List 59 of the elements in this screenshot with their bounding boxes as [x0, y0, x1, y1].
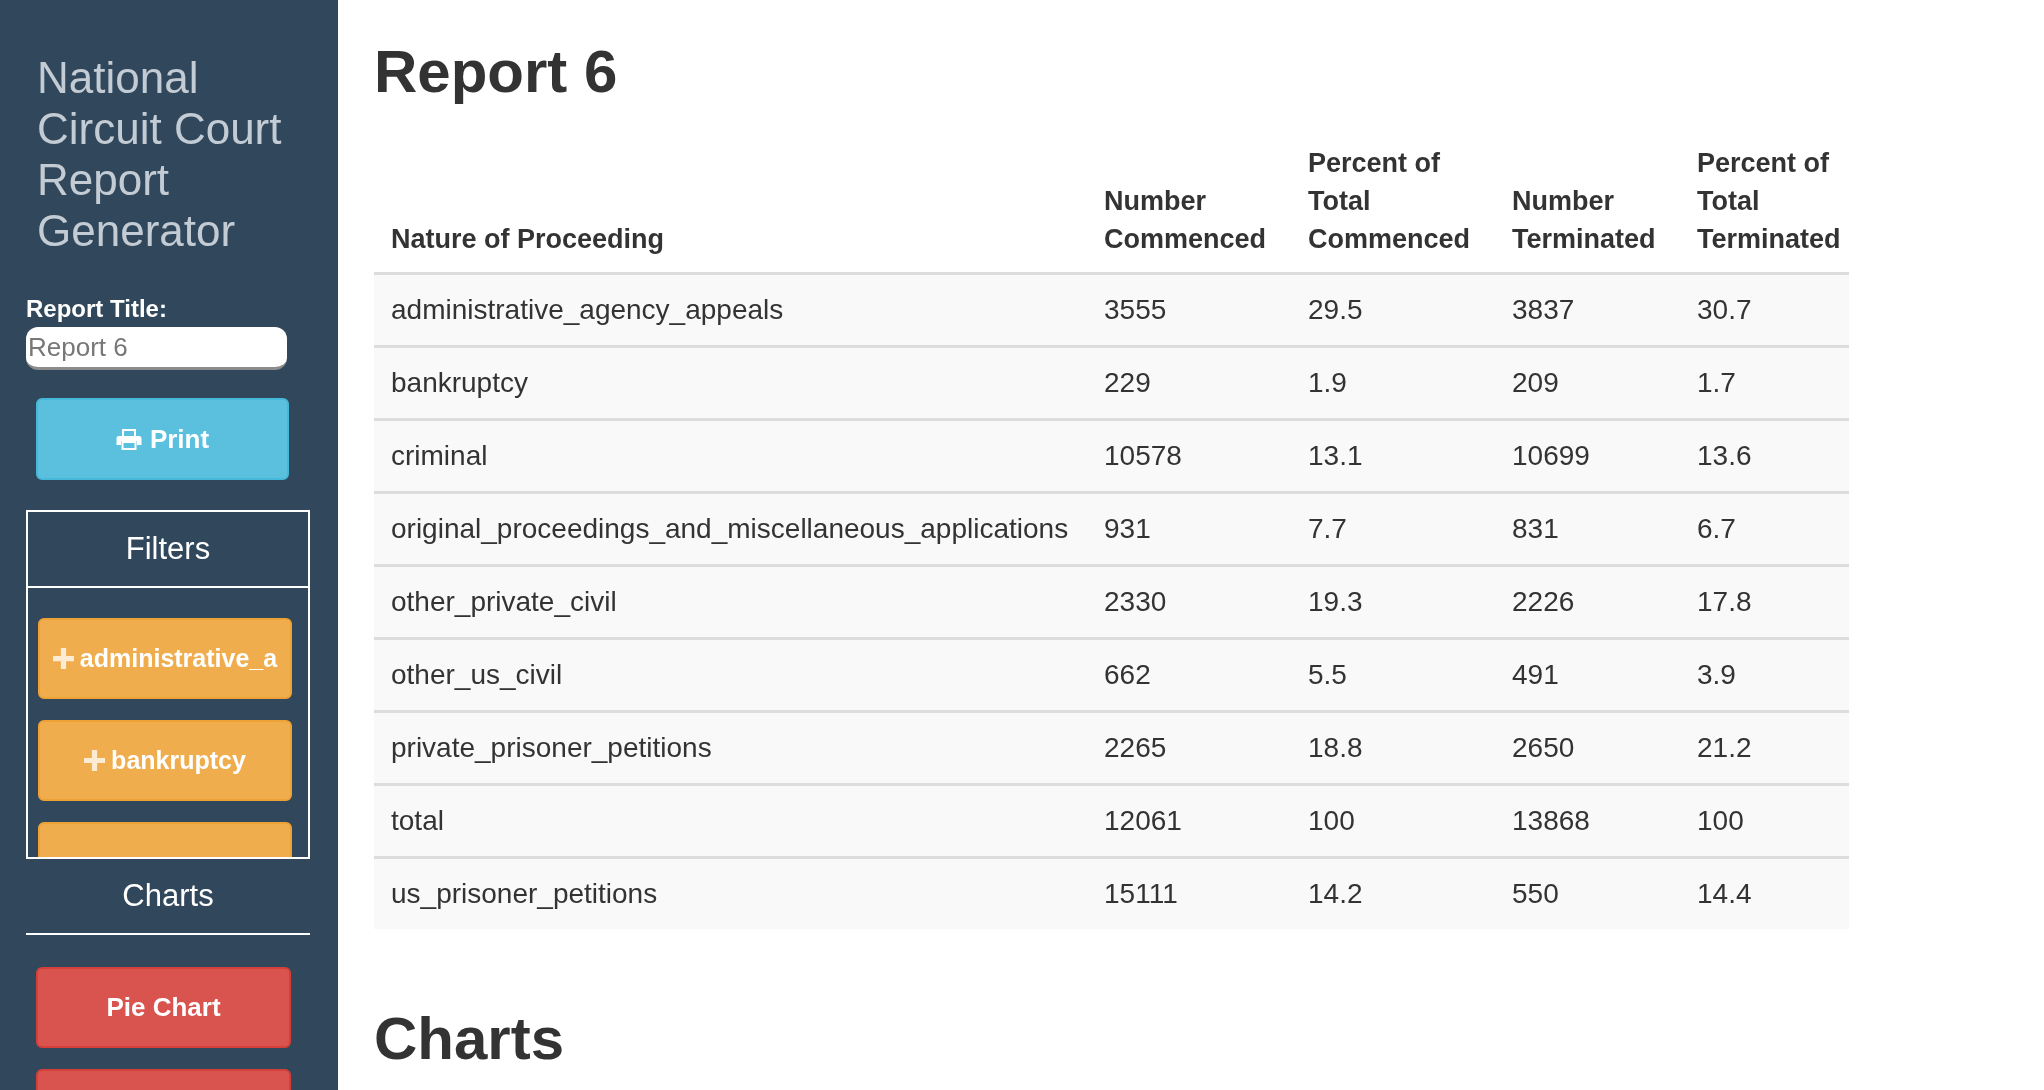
table-cell: 1.9: [1291, 346, 1495, 420]
chart-button[interactable]: Pie Chart: [36, 967, 291, 1048]
table-cell: 831: [1495, 492, 1680, 566]
table-cell: 3837: [1495, 273, 1680, 347]
table-cell: 3555: [1087, 273, 1291, 347]
table-cell: 13.6: [1680, 419, 1849, 493]
report-title: Report 6: [374, 40, 619, 104]
table-cell: 3.9: [1680, 638, 1849, 712]
table-cell: 10578: [1087, 419, 1291, 493]
table-cell: 6.7: [1680, 492, 1849, 566]
table-cell: 21.2: [1680, 711, 1849, 785]
printer-icon: [115, 428, 142, 450]
table-cell: 14.2: [1291, 857, 1495, 929]
table-cell: 100: [1680, 784, 1849, 858]
report-title-input[interactable]: Report 6: [26, 327, 287, 370]
table-cell: 100: [1291, 784, 1495, 858]
filter-button[interactable]: administrative_a: [38, 618, 292, 699]
filters-heading: Filters: [28, 512, 308, 588]
section-heading: Charts: [374, 1005, 566, 1073]
table-cell: 10699: [1495, 419, 1680, 493]
table-cell: bankruptcy: [374, 346, 1087, 420]
charts-heading: Charts: [26, 859, 310, 935]
table-cell: 229: [1087, 346, 1291, 420]
table-cell: 209: [1495, 346, 1680, 420]
table-cell: 2650: [1495, 711, 1680, 785]
table-cell: 14.4: [1680, 857, 1849, 929]
table-cell: administrative_agency_appeals: [374, 273, 1087, 347]
print-button[interactable]: Print: [36, 398, 289, 480]
table-cell: private_prisoner_petitions: [374, 711, 1087, 785]
table-cell: original_proceedings_and_miscellaneous_applications: [374, 492, 1087, 566]
table-cell: other_private_civil: [374, 565, 1087, 639]
table-cell: 931: [1087, 492, 1291, 566]
table-cell: 662: [1087, 638, 1291, 712]
table-cell: total: [374, 784, 1087, 858]
table-cell: 5.5: [1291, 638, 1495, 712]
table-cell: 30.7: [1680, 273, 1849, 347]
table-cell: 2265: [1087, 711, 1291, 785]
table-cell: 1.7: [1680, 346, 1849, 420]
plus-icon: [84, 750, 106, 771]
filter-button[interactable]: bankruptcy: [38, 720, 292, 801]
table-cell: 2330: [1087, 565, 1291, 639]
table-cell: 12061: [1087, 784, 1291, 858]
table-cell: 29.5: [1291, 273, 1495, 347]
table-cell: 13868: [1495, 784, 1680, 858]
table-cell: 17.8: [1680, 565, 1849, 639]
plus-icon: [52, 648, 74, 669]
table-cell: 18.8: [1291, 711, 1495, 785]
table-cell: 19.3: [1291, 565, 1495, 639]
table-cell: 2226: [1495, 565, 1680, 639]
table-cell: 15111: [1087, 857, 1291, 929]
field-label: Report Title:: [26, 295, 168, 323]
app-title: National Circuit Court Report Generator: [37, 52, 283, 256]
table-cell: other_us_civil: [374, 638, 1087, 712]
table-cell: 13.1: [1291, 419, 1495, 493]
table-cell: 491: [1495, 638, 1680, 712]
table-cell: us_prisoner_petitions: [374, 857, 1087, 929]
table-cell: 550: [1495, 857, 1680, 929]
table-cell: 7.7: [1291, 492, 1495, 566]
table-cell: criminal: [374, 419, 1087, 493]
